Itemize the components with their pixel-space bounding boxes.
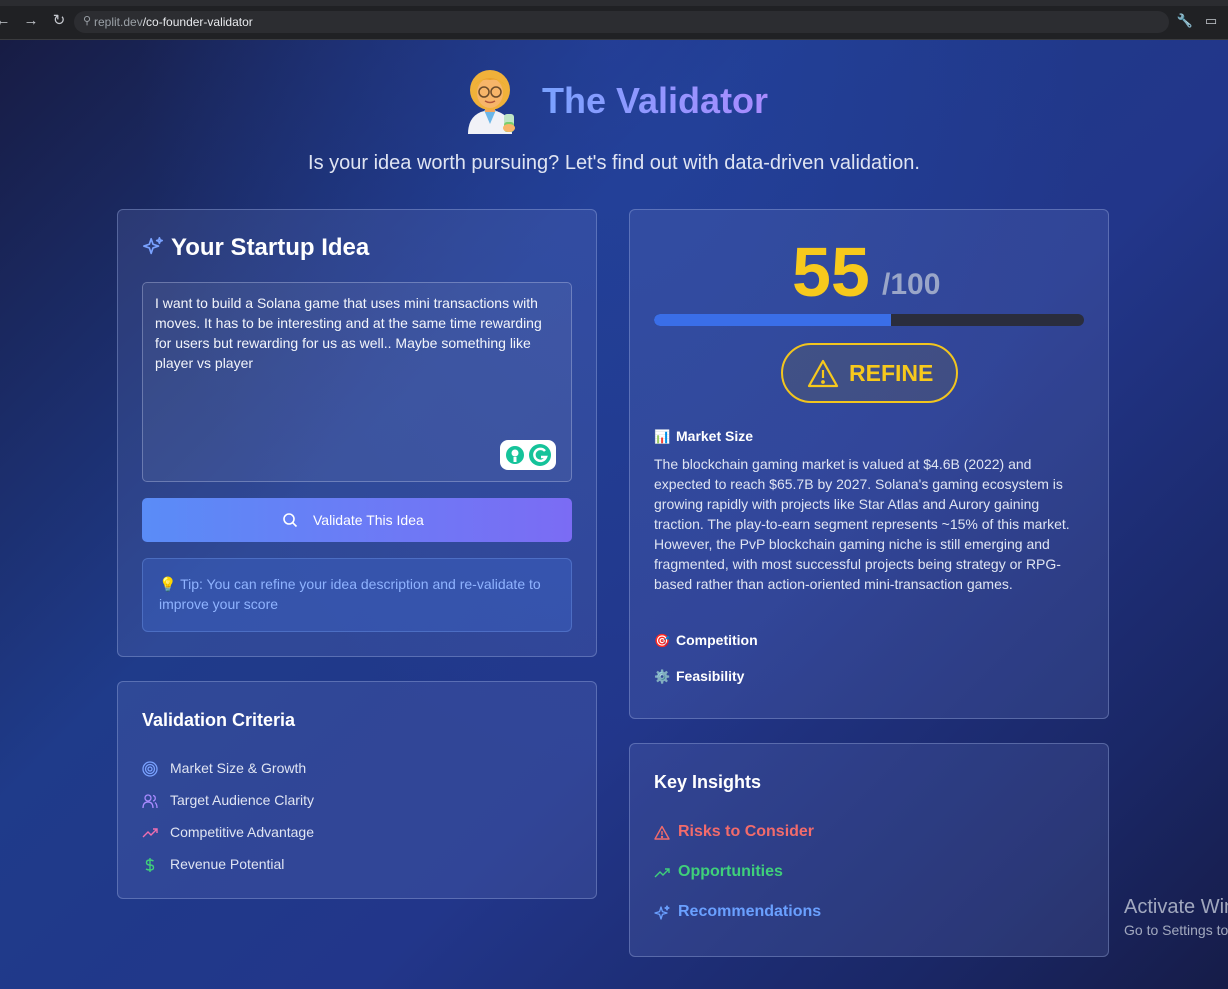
key-insights-title: Key Insights — [654, 772, 762, 792]
url-host: replit.dev — [94, 15, 143, 29]
trending-up-icon — [654, 868, 670, 878]
insight-risks[interactable]: Risks to Consider — [654, 822, 1074, 844]
bullseye-icon: 🎯 — [654, 633, 671, 648]
verdict-label: REFINE — [849, 360, 934, 386]
criteria-item-label: Revenue Potential — [170, 856, 285, 872]
competition-heading[interactable]: 🎯 Competition — [654, 632, 758, 649]
criteria-item-label: Target Audience Clarity — [170, 792, 314, 808]
alert-triangle-icon — [654, 825, 670, 840]
cast-icon[interactable]: ▭ — [1202, 12, 1220, 30]
key-insights-card: Key Insights Risks to Consider Opportuni… — [629, 743, 1109, 957]
page: The Validator Is your idea worth pursuin… — [0, 40, 1228, 989]
competition-title: Competition — [676, 632, 758, 648]
criteria-item: Competitive Advantage — [142, 822, 562, 844]
score-card: 55 /100 REFINE 📊 Market Size The blockcha… — [629, 209, 1109, 719]
market-size-text: The blockchain gaming market is valued a… — [654, 456, 1070, 592]
tip-text: 💡 Tip: You can refine your idea descript… — [159, 576, 541, 612]
dollar-icon — [145, 858, 155, 872]
score-value: 55 — [792, 233, 870, 311]
insight-opportunities[interactable]: Opportunities — [654, 862, 1074, 884]
target-icon — [142, 761, 158, 777]
address-bar[interactable]: ⚲ replit.dev/co-founder-validator — [74, 11, 1169, 33]
url-text: replit.dev/co-founder-validator — [94, 15, 253, 29]
criteria-item: Revenue Potential — [142, 854, 562, 876]
windows-activation-watermark: Activate Windows Go to Settings to activ… — [1124, 896, 1228, 938]
validation-criteria-card: Validation Criteria Market Size & Growth… — [117, 681, 597, 899]
grammarly-widget[interactable] — [500, 440, 556, 470]
bar-chart-icon: 📊 — [654, 429, 671, 444]
warning-icon — [807, 359, 839, 388]
opportunities-label: Opportunities — [678, 863, 783, 880]
tab-strip — [0, 0, 1228, 6]
risks-label: Risks to Consider — [678, 823, 815, 840]
insight-recommendations[interactable]: Recommendations — [654, 902, 1074, 924]
users-icon — [142, 794, 158, 809]
recommendations-label: Recommendations — [678, 903, 822, 920]
site-info-icon[interactable]: ⚲ — [80, 14, 94, 28]
verdict-badge: REFINE — [781, 343, 958, 403]
score-max: /100 — [882, 268, 941, 301]
grammarly-icon — [506, 444, 551, 466]
app-subtitle: Is your idea worth pursuing? Let's find … — [308, 152, 920, 174]
startup-idea-card: Your Startup Idea I want to build a Sola… — [117, 209, 597, 657]
tip-box: 💡 Tip: You can refine your idea descript… — [142, 558, 572, 632]
market-size-heading[interactable]: 📊 Market Size — [654, 428, 753, 445]
feasibility-heading[interactable]: ⚙️ Feasibility — [654, 668, 744, 685]
browser-toolbar: ← → ↻ ⚲ replit.dev/co-founder-validator … — [0, 0, 1228, 40]
validate-idea-button[interactable]: Validate This Idea — [142, 498, 572, 542]
gear-icon: ⚙️ — [654, 669, 671, 684]
sparkles-icon — [143, 237, 163, 255]
app-title: The Validator — [542, 80, 769, 121]
activate-line1: Activate Windows — [1124, 896, 1228, 918]
forward-icon[interactable]: → — [22, 12, 40, 30]
validation-criteria-title: Validation Criteria — [142, 710, 296, 730]
score-progress-fill — [654, 314, 891, 326]
score-progress-bar — [654, 314, 1084, 326]
hero: The Validator Is your idea worth pursuin… — [0, 40, 1228, 200]
reload-icon[interactable]: ↻ — [50, 12, 68, 30]
url-path: /co-founder-validator — [142, 15, 253, 29]
market-size-title: Market Size — [676, 428, 754, 444]
criteria-item-label: Competitive Advantage — [170, 824, 314, 840]
criteria-item-label: Market Size & Growth — [170, 760, 307, 776]
criteria-item: Target Audience Clarity — [142, 790, 562, 812]
validate-button-label: Validate This Idea — [313, 512, 424, 528]
wrench-icon[interactable]: 🔧 — [1176, 12, 1194, 30]
startup-idea-title: Your Startup Idea — [171, 234, 370, 261]
activate-line2: Go to Settings to activate Windows. — [1124, 922, 1228, 938]
feasibility-title: Feasibility — [676, 668, 745, 684]
trending-up-icon — [142, 828, 158, 838]
scientist-emoji-icon — [468, 70, 515, 134]
search-icon — [283, 513, 298, 528]
criteria-item: Market Size & Growth — [142, 758, 562, 780]
sparkles-icon — [654, 905, 670, 920]
back-icon[interactable]: ← — [0, 12, 12, 30]
